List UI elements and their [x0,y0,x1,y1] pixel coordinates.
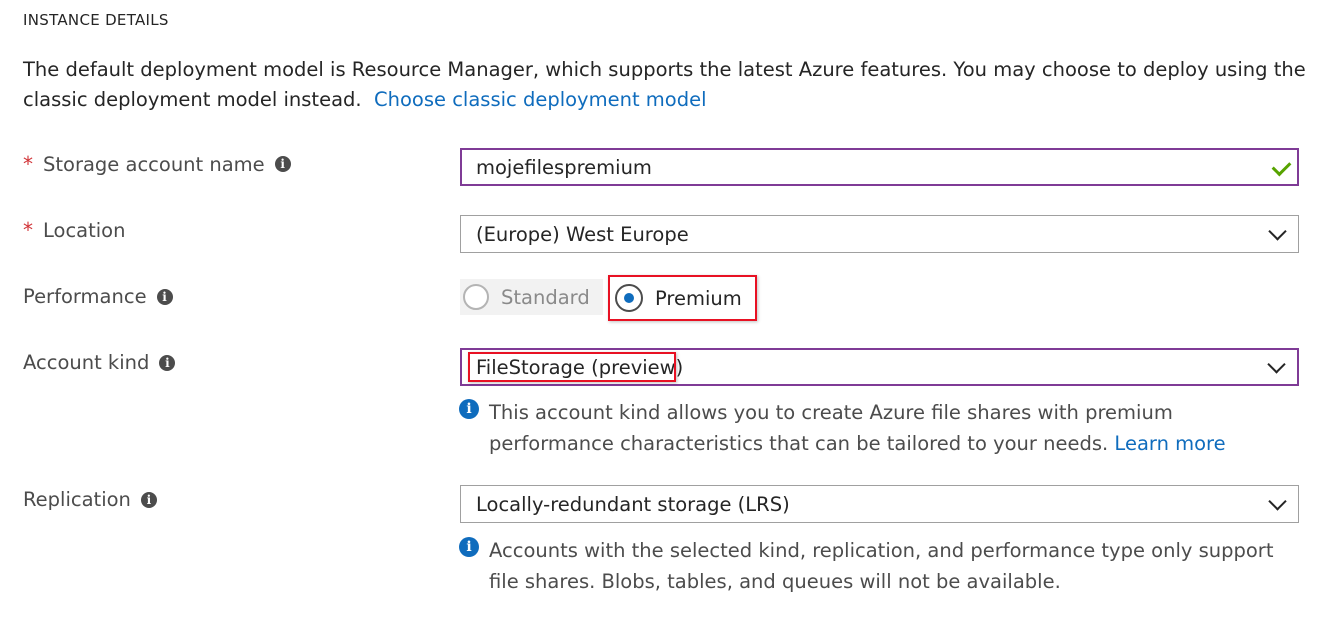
storage-account-name-value: mojefilespremium [476,155,652,179]
replication-note-text: Accounts with the selected kind, replica… [489,539,1274,593]
replication-label: Replication i [23,488,157,511]
location-label: * Location [23,218,125,242]
radio-unselected-icon[interactable] [463,284,489,310]
chevron-down-icon [1268,222,1287,241]
replication-label-text: Replication [23,488,131,511]
replication-note: i Accounts with the selected kind, repli… [459,535,1299,597]
premium-label: Premium [655,286,742,310]
radio-option-standard[interactable]: Standard [460,279,603,315]
section-title: INSTANCE DETAILS [23,11,169,29]
account-kind-label-text: Account kind [23,351,150,374]
choose-classic-deployment-link[interactable]: Choose classic deployment model [374,88,707,111]
info-icon[interactable]: i [140,491,157,508]
storage-account-name-label-text: Storage account name [43,152,265,176]
account-kind-note: i This account kind allows you to create… [459,397,1259,459]
info-icon[interactable]: i [156,288,173,305]
performance-label: Performance i [23,285,173,308]
chevron-down-icon [1268,492,1287,511]
account-kind-note-text: This account kind allows you to create A… [489,401,1173,455]
location-dropdown[interactable]: (Europe) West Europe [460,215,1299,253]
required-marker: * [23,218,33,242]
storage-account-name-label: * Storage account name i [23,152,291,176]
account-kind-label: Account kind i [23,351,176,374]
info-icon: i [459,399,479,419]
radio-selected-icon[interactable] [615,284,643,312]
checkmark-icon [1271,156,1292,177]
account-kind-dropdown[interactable]: FileStorage (preview) [460,348,1299,386]
radio-option-premium[interactable]: Premium [608,275,757,321]
required-marker: * [23,152,33,176]
chevron-down-icon [1267,355,1286,374]
deployment-model-description: The default deployment model is Resource… [23,55,1313,115]
performance-label-text: Performance [23,285,147,308]
info-icon: i [459,537,479,557]
location-label-text: Location [43,218,126,242]
info-icon[interactable]: i [274,156,291,172]
replication-dropdown[interactable]: Locally-redundant storage (LRS) [460,485,1299,523]
standard-label: Standard [501,285,590,309]
replication-value: Locally-redundant storage (LRS) [476,492,790,516]
location-value: (Europe) West Europe [476,222,689,246]
storage-account-name-input[interactable]: mojefilespremium [460,148,1299,186]
learn-more-link[interactable]: Learn more [1114,432,1225,455]
info-icon[interactable]: i [159,354,176,371]
highlight-box [468,352,676,382]
